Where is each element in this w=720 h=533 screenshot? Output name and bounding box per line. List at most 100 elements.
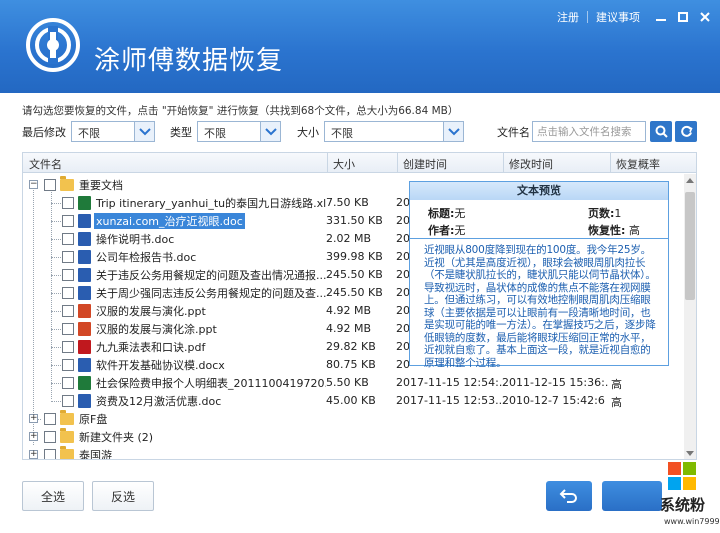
tree-folder-row[interactable]: + 新建文件夹 (2) [23, 428, 683, 446]
column-divider [397, 153, 398, 173]
checkbox[interactable] [62, 215, 74, 227]
preview-recoverability-field: 恢复性: 高 [588, 222, 640, 238]
tree-guide [51, 401, 61, 402]
column-header-created[interactable]: 创建时间 [403, 156, 447, 172]
tree-guide [51, 203, 61, 204]
column-divider [503, 153, 504, 173]
tree-guide [51, 221, 61, 222]
scan-summary-text: 请勾选您要恢复的文件，点击 "开始恢复" 进行恢复（共找到68个文件，总大小为6… [22, 105, 459, 117]
file-name: 九九乘法表和口诀.pdf [96, 341, 206, 354]
checkbox[interactable] [44, 449, 56, 459]
file-size: 29.82 KB [326, 340, 376, 353]
label: 恢复性: [588, 224, 626, 237]
minimize-button[interactable] [652, 8, 670, 26]
back-arrow-icon [559, 489, 577, 503]
checkbox[interactable] [62, 269, 74, 281]
maximize-button[interactable] [674, 8, 692, 26]
register-link[interactable]: 注册 [549, 9, 587, 25]
expand-toggle-icon[interactable]: + [29, 432, 38, 441]
maximize-icon [678, 12, 688, 22]
size-select[interactable]: 不限 [324, 121, 464, 142]
chevron-down-icon [134, 122, 154, 141]
checkbox[interactable] [62, 251, 74, 263]
folder-icon [60, 428, 74, 443]
type-select[interactable]: 不限 [197, 121, 281, 142]
file-name: 社会保险费申报个人明细表_2011100419720... [96, 377, 326, 390]
invert-selection-button[interactable]: 反选 [92, 481, 154, 511]
folder-icon [60, 446, 74, 459]
expand-toggle-icon[interactable]: + [29, 414, 38, 423]
checkbox[interactable] [62, 377, 74, 389]
checkbox[interactable] [44, 413, 56, 425]
scroll-up-icon[interactable] [684, 174, 696, 186]
chevron-down-icon [260, 122, 280, 141]
label: 标题: [428, 207, 455, 220]
file-name: xunzai.com_治疗近视眼.doc [94, 213, 245, 229]
value: 无 [454, 224, 466, 237]
table-row[interactable]: 资费及12月激活优惠.doc 45.00 KB 2017-11-15 12:53..… [23, 392, 683, 410]
back-button[interactable] [546, 481, 592, 511]
top-bar: 注册 建议事项 [549, 6, 720, 28]
checkbox[interactable] [62, 341, 74, 353]
column-header-modified[interactable]: 修改时间 [509, 156, 553, 172]
excel-icon [78, 196, 91, 210]
checkbox[interactable] [62, 287, 74, 299]
file-size: 245.50 KB [326, 268, 383, 281]
folder-icon [60, 410, 74, 425]
filter-row: 最后修改 不限 类型 不限 大小 不限 文件名 [0, 119, 720, 145]
excel-icon [78, 376, 91, 390]
folder-icon [60, 176, 74, 191]
checkbox[interactable] [62, 233, 74, 245]
modified-time: 2011-12-15 15:36:... [502, 376, 609, 389]
pdf-icon [78, 340, 91, 354]
preview-author-field: 作者:无 [428, 222, 465, 238]
checkbox[interactable] [44, 431, 56, 443]
select-all-button[interactable]: 全选 [22, 481, 84, 511]
checkbox[interactable] [44, 179, 56, 191]
file-size: 7.50 KB [326, 196, 369, 209]
word-icon [78, 358, 91, 372]
word-icon [78, 232, 91, 246]
checkbox[interactable] [62, 395, 74, 407]
checkbox[interactable] [62, 197, 74, 209]
filename-label: 文件名 [497, 126, 530, 139]
column-divider [327, 153, 328, 173]
tree-folder-row[interactable]: + 泰国游 [23, 446, 683, 460]
tree-guide [51, 275, 61, 276]
feedback-link[interactable]: 建议事项 [588, 9, 648, 25]
type-label: 类型 [170, 126, 192, 139]
filename-search-input[interactable] [532, 121, 646, 142]
column-header-probability[interactable]: 恢复概率 [616, 156, 660, 172]
expand-toggle-icon[interactable]: + [29, 450, 38, 459]
tree-folder-row[interactable]: + 原F盘 [23, 410, 683, 428]
checkbox[interactable] [62, 305, 74, 317]
checkbox[interactable] [62, 359, 74, 371]
table-header: 文件名 大小 创建时间 修改时间 恢复概率 [23, 153, 696, 173]
refresh-button[interactable] [675, 121, 697, 142]
word-icon [78, 268, 91, 282]
folder-name: 泰国游 [79, 449, 112, 460]
search-button[interactable] [650, 121, 672, 142]
tree-guide [51, 311, 61, 312]
column-header-name[interactable]: 文件名 [29, 156, 62, 172]
file-name: 关于周少强同志违反公务用餐规定的问题及查... [96, 287, 326, 300]
checkbox[interactable] [62, 323, 74, 335]
word-icon [78, 250, 91, 264]
chevron-down-icon [443, 122, 463, 141]
table-row[interactable]: 社会保险费申报个人明细表_2011100419720... 5.50 KB 2017… [23, 374, 683, 392]
column-header-size[interactable]: 大小 [333, 156, 355, 172]
preview-divider [410, 238, 668, 239]
vertical-scrollbar[interactable] [684, 174, 696, 459]
search-icon [655, 125, 668, 138]
file-size: 245.50 KB [326, 286, 383, 299]
close-button[interactable] [696, 8, 714, 26]
watermark-text: 系统粉 [660, 496, 706, 514]
file-size: 4.92 MB [326, 304, 372, 317]
start-recover-button[interactable] [602, 481, 662, 511]
collapse-toggle-icon[interactable]: − [29, 180, 38, 189]
modified-select[interactable]: 不限 [71, 121, 155, 142]
tree-guide [51, 347, 61, 348]
file-name: 汉服的发展与演化.ppt [96, 305, 206, 318]
scroll-thumb[interactable] [685, 192, 695, 300]
size-value: 不限 [331, 127, 353, 140]
